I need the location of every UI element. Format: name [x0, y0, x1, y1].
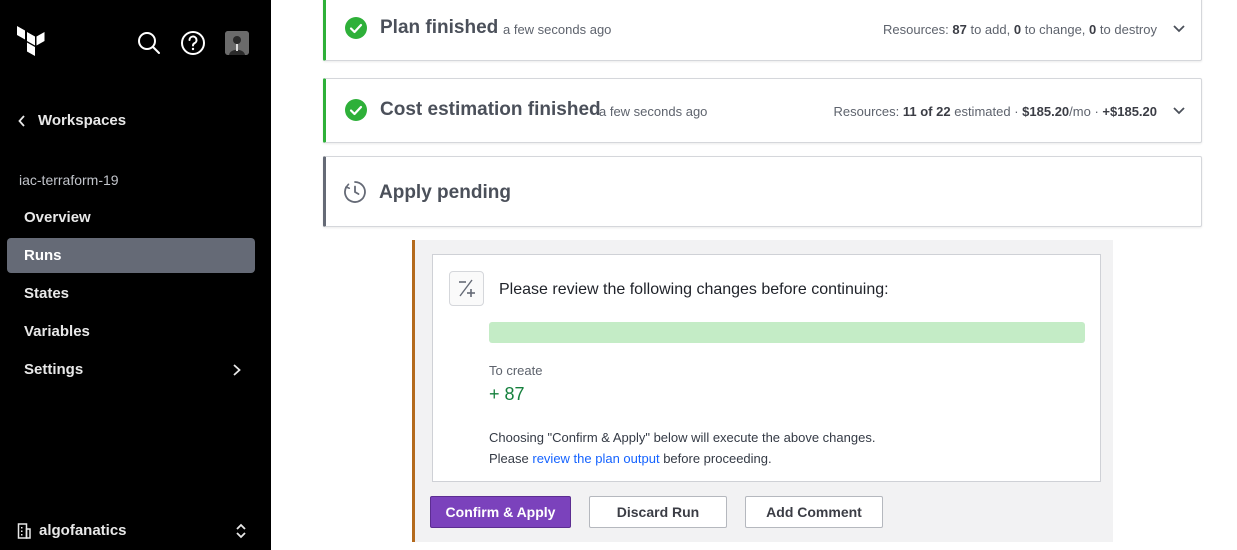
sidebar-item-label: Settings: [24, 361, 84, 378]
discard-run-button[interactable]: Discard Run: [589, 496, 727, 528]
review-plan-output-link[interactable]: review the plan output: [532, 451, 659, 466]
review-note-line1: Choosing "Confirm & Apply" below will ex…: [489, 430, 876, 445]
estimated-suffix: estimated ·: [954, 104, 1019, 119]
change-count: 0: [1013, 22, 1022, 37]
summary-prefix: Resources:: [882, 22, 949, 37]
note-suffix: before proceeding.: [663, 451, 772, 466]
sidebar-item-runs[interactable]: Runs: [7, 238, 255, 273]
chevron-left-icon: [18, 114, 25, 127]
changes-progress-bar: [489, 322, 1085, 343]
sidebar-item-overview[interactable]: Overview: [7, 200, 255, 235]
plan-card[interactable]: Plan finished a few seconds ago Resource…: [323, 0, 1202, 61]
changes-review-box: Please review the following changes befo…: [432, 254, 1101, 482]
add-count: 87: [952, 22, 967, 37]
clock-icon: [344, 181, 366, 203]
note-prefix: Please: [489, 451, 529, 466]
check-circle-icon: [345, 99, 367, 121]
change-suffix: to change,: [1024, 22, 1086, 37]
add-suffix: to add,: [970, 22, 1011, 37]
review-note-line2: Please review the plan output before pro…: [489, 448, 875, 469]
destroy-suffix: to destroy: [1099, 22, 1157, 37]
sidebar-item-label: Variables: [24, 323, 90, 340]
cost-estimation-card[interactable]: Cost estimation finished a few seconds a…: [323, 78, 1202, 143]
plan-title: Plan finished: [380, 17, 499, 38]
destroy-count: 0: [1089, 22, 1097, 37]
cost-resource-summary: Resources: 11 of 22 estimated · $185.20/…: [834, 104, 1157, 119]
review-note: Choosing "Confirm & Apply" below will ex…: [489, 427, 875, 469]
workspaces-back-link[interactable]: Workspaces: [18, 112, 126, 129]
search-icon[interactable]: [136, 30, 162, 56]
create-progress-fill: [489, 322, 1085, 343]
workspace-nav: Overview Runs States Variables Settings: [7, 200, 255, 390]
monthly-cost: $185.20: [1022, 104, 1070, 119]
workspace-name: iac-terraform-19: [19, 172, 119, 188]
organization-switcher[interactable]: algofanatics: [17, 522, 247, 539]
plan-resource-summary: Resources: 87 to add, 0 to change, 0 to …: [883, 22, 1157, 37]
sidebar-item-label: Runs: [24, 247, 62, 264]
to-create-count: + 87: [489, 384, 525, 404]
chevron-down-icon[interactable]: [1172, 106, 1186, 116]
sidebar-item-label: Overview: [24, 209, 91, 226]
confirm-apply-button[interactable]: Confirm & Apply: [430, 496, 571, 528]
summary-prefix: Resources:: [833, 104, 900, 119]
user-photo-icon: [225, 31, 249, 55]
diff-icon-frame: [449, 271, 484, 306]
cost-title: Cost estimation finished: [380, 99, 601, 120]
building-icon: [17, 522, 31, 539]
apply-review-section: Please review the following changes befo…: [412, 240, 1113, 542]
review-heading: Please review the following changes befo…: [499, 281, 889, 298]
add-comment-button[interactable]: Add Comment: [745, 496, 883, 528]
sidebar-item-variables[interactable]: Variables: [7, 314, 255, 349]
sidebar: Workspaces iac-terraform-19 Overview Run…: [0, 0, 271, 550]
avatar[interactable]: [225, 31, 249, 55]
check-circle-icon: [345, 17, 367, 39]
plus-minus-diff-icon: [459, 279, 475, 297]
apply-title: Apply pending: [379, 182, 511, 203]
chevron-down-icon[interactable]: [1172, 24, 1186, 34]
organization-name: algofanatics: [39, 522, 127, 539]
monthly-suffix: /mo ·: [1069, 104, 1099, 119]
plan-timestamp: a few seconds ago: [503, 22, 612, 37]
terraform-logo-icon[interactable]: [15, 26, 49, 60]
sidebar-item-settings[interactable]: Settings: [7, 352, 255, 387]
to-create-label: To create: [489, 363, 543, 378]
sidebar-item-states[interactable]: States: [7, 276, 255, 311]
estimated-count: 11 of 22: [902, 104, 951, 119]
sidebar-item-label: States: [24, 285, 70, 302]
cost-timestamp: a few seconds ago: [599, 104, 708, 119]
cost-delta: +$185.20: [1102, 104, 1157, 119]
apply-card: Apply pending: [323, 156, 1202, 227]
chevron-up-down-icon: [236, 523, 246, 538]
workspaces-label: Workspaces: [38, 112, 127, 129]
help-icon[interactable]: [180, 30, 206, 56]
chevron-right-icon: [233, 364, 241, 376]
